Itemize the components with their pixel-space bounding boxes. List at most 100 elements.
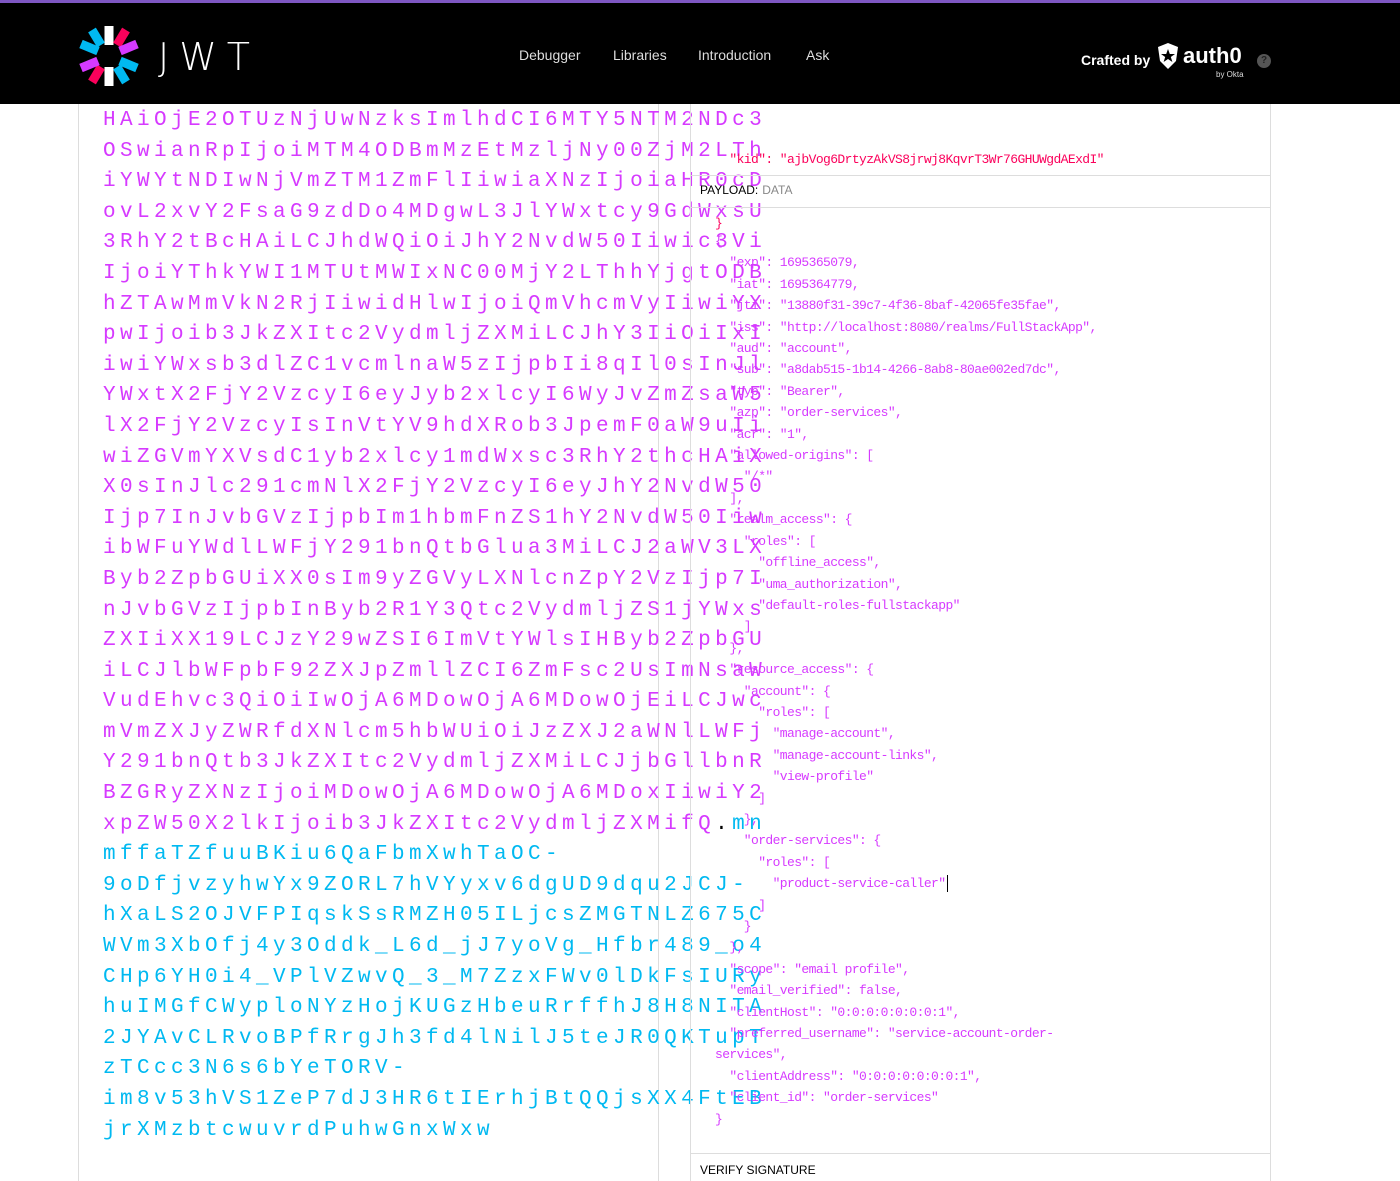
payload-json-line: "jti": "13880f31-39c7-4f36-8baf-42065fe3…	[715, 295, 1097, 316]
token-line: BZGRyZXNzIjoiMDowOjA6MDowOjA6MDoxIiwiY2	[103, 779, 766, 810]
token-payload-segment: lX2FjY2VzcyIsInVtYV9hdXRob3JpemF0aW9uIi	[103, 414, 767, 438]
payload-section-label: PAYLOAD: DATA	[700, 183, 792, 197]
token-line: VudEhvc3QiOiIwOjA6MDowOjA6MDowOjEiLCJwc	[103, 687, 766, 718]
payload-json-line: "clientAddress": "0:0:0:0:0:0:0:1",	[715, 1066, 1097, 1087]
token-payload-segment: wiZGVmYXVsdC1yb2xlcy1mdWxsc3RhY2thcHAiX	[103, 445, 767, 469]
token-line: ibWFuYWdlLWFjY291bnQtbGlua3MiLCJ2aWV3LX	[103, 534, 766, 565]
token-payload-segment: 3RhY2tBcHAiLCJhdWQiOiJhY2NvdW50Iiwic3Vi	[103, 231, 767, 255]
help-icon[interactable]: ?	[1257, 54, 1271, 68]
payload-json-line: },	[715, 937, 1097, 958]
token-payload-segment: ibWFuYWdlLWFjY291bnQtbGlua3MiLCJ2aWV3LX	[103, 537, 767, 561]
payload-json-line: "roles": [	[715, 852, 1097, 873]
jwt-logo-icon[interactable]	[78, 25, 140, 87]
payload-json-text: "azp": "order-services",	[715, 405, 903, 421]
payload-json-line: "iat": 1695364779,	[715, 274, 1097, 295]
token-line: Ijp7InJvbGVzIjpbIm1hbmFnZS1hY2NvdW50Iiw	[103, 504, 766, 535]
payload-json-text: ]	[715, 619, 752, 635]
payload-json-line: {	[715, 231, 1097, 252]
payload-json-line: "aud": "account",	[715, 338, 1097, 359]
payload-json-line: ],	[715, 488, 1097, 509]
payload-json-line: "manage-account",	[715, 723, 1097, 744]
payload-json-text: "allowed-origins": [	[715, 448, 874, 464]
token-payload-segment: Byb2ZpbGUiXX0sIm9yZGVyLXNlcnZpY2VzIjp7I	[103, 567, 767, 591]
token-line: wiZGVmYXVsdC1yb2xlcy1mdWxsc3RhY2thcHAiX	[103, 443, 766, 474]
payload-json-line: "client_id": "order-services"	[715, 1087, 1097, 1108]
payload-sublabel: DATA	[762, 183, 793, 197]
payload-json-text: "roles": [	[715, 533, 817, 549]
payload-json-text: ],	[715, 490, 744, 506]
payload-json-text: "preferred_username": "service-account-o…	[715, 1026, 1054, 1042]
payload-json-text: "roles": [	[715, 704, 831, 720]
payload-json-text: services",	[715, 1047, 788, 1063]
encoded-token-textarea[interactable]: HAiOjE2OTUzNjUwNzksImlhdCI6MTY5NTM2NDc3 O…	[103, 106, 766, 1146]
auth0-wordmark[interactable]: auth0	[1183, 43, 1242, 69]
token-line: HAiOjE2OTUzNjUwNzksImlhdCI6MTY5NTM2NDc3	[103, 106, 766, 137]
token-payload-segment: Ijp7InJvbGVzIjpbIm1hbmFnZS1hY2NvdW50Iiw	[103, 506, 767, 530]
token-signature-segment: 2JYAvCLRvoBPfRrgJh3fd4lNilJ5teJR0QKTupT	[103, 1026, 767, 1050]
payload-json-text: "offline_access",	[715, 555, 881, 571]
token-payload-segment: HAiOjE2OTUzNjUwNzksImlhdCI6MTY5NTM2NDc3	[103, 109, 767, 132]
payload-json-text: },	[715, 640, 744, 656]
token-line: nJvbGVzIjpbInByb2R1Y3Qtc2VydmljZS1jYWxs	[103, 596, 766, 627]
payload-json-line: "default-roles-fullstackapp"	[715, 595, 1097, 616]
payload-json-text: },	[715, 811, 759, 827]
payload-json-text: },	[715, 940, 744, 956]
token-payload-segment: Y291bnQtb3JkZXItc2VydmljZXMiLCJjbGllbnR	[103, 751, 767, 775]
payload-json-text: "resource_access": {	[715, 662, 874, 678]
payload-json-line: "order-services": {	[715, 830, 1097, 851]
decoded-payload-editor[interactable]: { "exp": 1695365079, "iat": 1695364779, …	[715, 231, 1097, 1130]
nav-ask[interactable]: Ask	[806, 47, 829, 63]
payload-json-line: "roles": [	[715, 702, 1097, 723]
token-line: hZTAwMmVkN2RjIiwidHlwIjoiQmVhcmVyIiwiYX	[103, 290, 766, 321]
token-signature-segment: im8v53hVS1ZeP7dJ3HR6tIErhjBtQQjsXX4FtEB	[103, 1088, 767, 1111]
nav-debugger[interactable]: Debugger	[519, 47, 581, 63]
payload-json-text: "jti": "13880f31-39c7-4f36-8baf-42065fe3…	[715, 298, 1061, 314]
payload-label: PAYLOAD:	[700, 183, 759, 197]
header-json-line: "kid": "ajbVog6DrtyzAkVS8jrwj8KqvrT3Wr76…	[715, 151, 1104, 167]
token-signature-segment: huIMGfCWyploNYzHojKUGzHbeuRrffhJ8H8NITA	[103, 996, 767, 1020]
token-line: mVmZXJyZWRfdXNlcm5hbWUiOiJzZXJ2aWNlLWFj	[103, 718, 766, 749]
payload-json-line: "uma_authorization",	[715, 574, 1097, 595]
payload-json-line: "sub": "a8dab515-1b14-4266-8ab8-80ae002e…	[715, 359, 1097, 380]
payload-json-text: {	[715, 234, 723, 249]
payload-json-line: "view-profile"	[715, 766, 1097, 787]
token-line: X0sInJlc291cmNlX2FjY2VzcyI6eyJhY2NvdW50	[103, 473, 766, 504]
token-line: lX2FjY2VzcyIsInVtYV9hdXRob3JpemF0aW9uIi	[103, 412, 766, 443]
payload-json-text: "order-services": {	[715, 833, 881, 849]
divider	[690, 175, 1271, 176]
token-payload-segment: IjoiYThkYWI1MTUtMWIxNC00MjY2LThhYjgtODB	[103, 261, 767, 285]
token-signature-segment: 9oDfjvzyhwYx9ZORL7hVYyxv6dgUD9dqu2JCJ-	[103, 873, 750, 897]
payload-json-text: "roles": [	[715, 854, 831, 870]
text-cursor	[947, 875, 949, 893]
token-payload-segment: iYWYtNDIwNjVmZTM1ZmFlIiwiaXNzIjoiaHR0cD	[103, 170, 767, 194]
token-line: pwIjoib3JkZXItc2VydmljZXMiLCJhY3IiOiIxI	[103, 320, 766, 351]
payload-json-line: },	[715, 809, 1097, 830]
nav-libraries[interactable]: Libraries	[613, 47, 667, 63]
token-payload-segment: hZTAwMmVkN2RjIiwidHlwIjoiQmVhcmVyIiwiYX	[103, 292, 767, 316]
nav-introduction[interactable]: Introduction	[698, 47, 771, 63]
token-line: IjoiYThkYWI1MTUtMWIxNC00MjY2LThhYjgtODB	[103, 259, 766, 290]
auth0-shield-icon[interactable]	[1158, 43, 1178, 69]
payload-json-text: "acr": "1",	[715, 426, 809, 442]
payload-json-text: "product-service-caller"	[715, 876, 946, 892]
by-okta-label: by Okta	[1216, 70, 1244, 79]
divider	[690, 1153, 1271, 1154]
payload-json-text: "email_verified": false,	[715, 983, 903, 999]
payload-json-text: "account": {	[715, 683, 831, 699]
payload-json-line: "account": {	[715, 681, 1097, 702]
token-payload-segment: X0sInJlc291cmNlX2FjY2VzcyI6eyJhY2NvdW50	[103, 476, 767, 500]
brand-wordmark[interactable]: JWT	[158, 35, 260, 79]
payload-json-text: "iss": "http://localhost:8080/realms/Ful…	[715, 319, 1097, 335]
payload-json-line: "allowed-origins": [	[715, 445, 1097, 466]
payload-json-text: "iat": 1695364779,	[715, 276, 860, 292]
payload-json-line: "azp": "order-services",	[715, 402, 1097, 423]
token-signature-segment: CHp6YH0i4_VPlVZwvQ_3_M7ZzxFWv0lDkFsIURy	[103, 965, 767, 989]
payload-json-line: "preferred_username": "service-account-o…	[715, 1023, 1097, 1044]
token-payload-segment: iLCJlbWFpbF92ZXJpZmllZCI6ZmFsc2UsImNsaW	[103, 659, 767, 683]
token-payload-segment: nJvbGVzIjpbInByb2R1Y3Qtc2VydmljZS1jYWxs	[103, 598, 767, 622]
payload-json-line: "product-service-caller"	[715, 873, 1097, 894]
verify-signature-label: VERIFY SIGNATURE	[700, 1163, 816, 1177]
payload-json-line: "iss": "http://localhost:8080/realms/Ful…	[715, 317, 1097, 338]
token-line: OSwianRpIjoiMTM4ODBmMzEtMzljNy00ZjM2LTh	[103, 137, 766, 168]
payload-json-line: "manage-account-links",	[715, 745, 1097, 766]
